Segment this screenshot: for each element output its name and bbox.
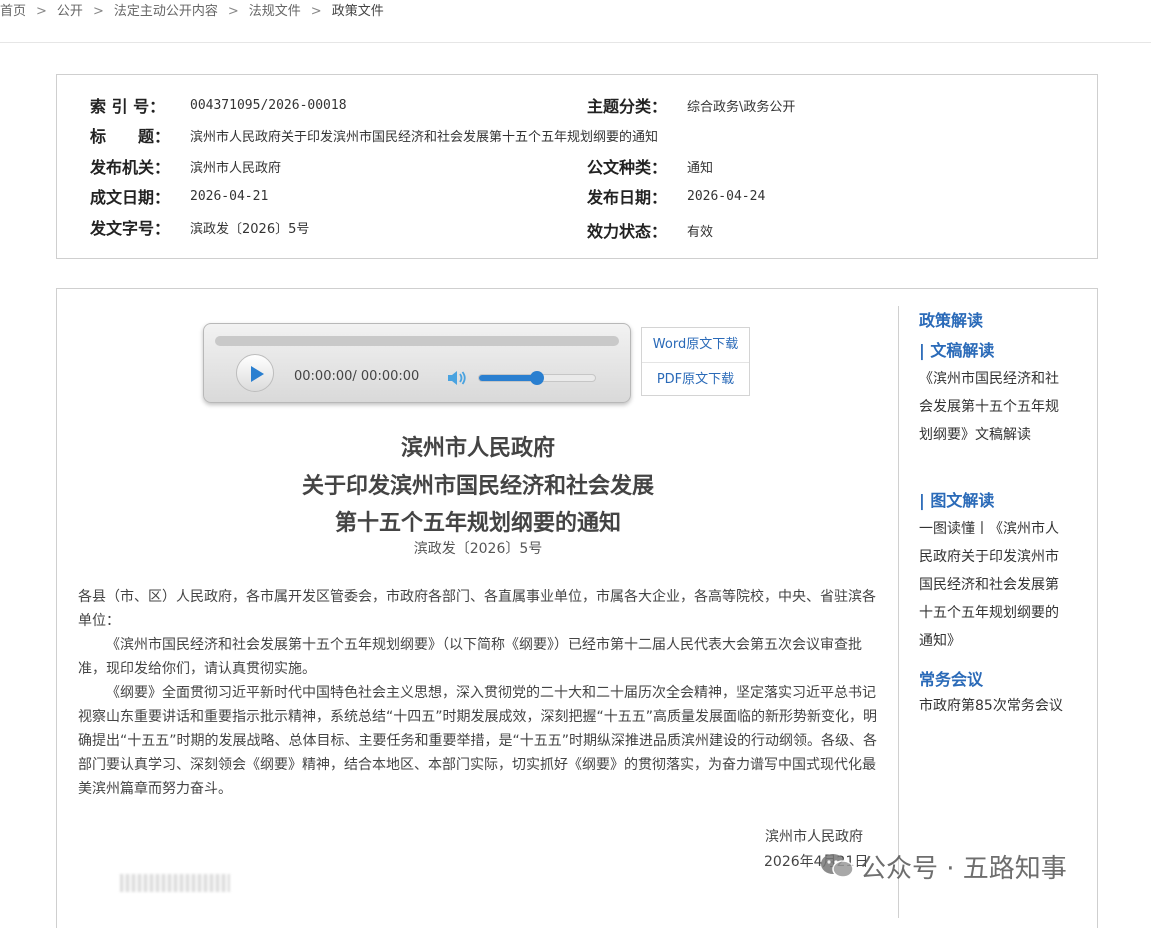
- volume-icon[interactable]: [446, 368, 468, 392]
- sidebar-link-executive-meeting[interactable]: 市政府第85次常务会议: [919, 692, 1069, 720]
- signature-org: 滨州市人民政府: [765, 829, 863, 845]
- sidebar-link-text-interpretation[interactable]: 《滨州市国民经济和社会发展第十五个五年规划纲要》文稿解读: [919, 365, 1069, 449]
- meta-docno-label: 发文字号：: [90, 219, 171, 238]
- meta-issuer: 发布机关： 滨州市人民政府: [90, 154, 281, 178]
- doc-title-line-1: 滨州市人民政府: [400, 436, 555, 461]
- doc-paragraph-1: 《滨州市国民经济和社会发展第十五个五年规划纲要》（以下简称《纲要》）已经市第十二…: [78, 637, 862, 677]
- doc-title-line-2: 关于印发滨州市国民经济和社会发展: [301, 474, 654, 499]
- breadcrumb-home[interactable]: 首页: [0, 4, 26, 19]
- meta-index-value: 004371095/2026-00018: [190, 97, 347, 113]
- time-display: 00:00:00/ 00:00:00: [294, 369, 420, 384]
- meta-index: 索 引 号： 004371095/2026-00018: [90, 93, 347, 117]
- breadcrumb-statutory[interactable]: 法定主动公开内容: [114, 4, 218, 19]
- breadcrumb-current: 政策文件: [331, 4, 384, 19]
- meta-title-label: 标 题：: [90, 127, 171, 146]
- breadcrumb-separator: >: [92, 4, 104, 19]
- meta-issuer-label: 发布机关：: [90, 158, 171, 177]
- meta-published-date: 发布日期： 2026-04-24: [587, 184, 765, 208]
- sidebar-link-graphic-interpretation[interactable]: 一图读懂丨《滨州市人民政府关于印发滨州市国民经济和社会发展第十五个五年规划纲要的…: [919, 515, 1069, 655]
- breadcrumb-separator: >: [36, 4, 47, 19]
- meta-doctype-value: 通知: [687, 160, 714, 176]
- meta-category-value: 综合政务\政务公开: [687, 99, 796, 115]
- progress-track[interactable]: [215, 336, 619, 346]
- breadcrumb-public[interactable]: 公开: [57, 4, 83, 19]
- meta-published-label: 发布日期：: [587, 188, 668, 207]
- watermark-text: 公众号 · 五路知事: [860, 854, 1067, 884]
- meta-title: 标 题： 滨州市人民政府关于印发滨州市国民经济和社会发展第十五个五年规划纲要的通…: [90, 123, 658, 147]
- blurred-text: [120, 874, 230, 892]
- meta-published-value: 2026-04-24: [687, 188, 766, 204]
- sidebar-sub-graphic-interpretation[interactable]: | 图文解读: [919, 487, 994, 511]
- doc-body: 各县（市、区）人民政府，各市属开发区管委会，市政府各部门、各直属事业单位，市属各…: [78, 585, 880, 801]
- doc-number: 滨政发〔2026〕5号: [413, 541, 543, 557]
- word-download-link[interactable]: Word原文下载: [642, 328, 749, 363]
- meta-docno: 发文字号： 滨政发〔2026〕5号: [90, 215, 309, 239]
- meta-status-value: 有效: [687, 224, 714, 240]
- pdf-download-link[interactable]: PDF原文下载: [642, 363, 749, 397]
- meta-written-label: 成文日期：: [90, 188, 171, 207]
- breadcrumb: 首页 > 公开 > 法定主动公开内容 > 法规文件 > 政策文件: [0, 0, 384, 20]
- volume-slider[interactable]: [478, 371, 596, 385]
- meta-doctype: 公文种类： 通知: [587, 154, 713, 178]
- meta-doctype-label: 公文种类：: [587, 158, 668, 177]
- play-button[interactable]: [236, 354, 274, 392]
- meta-index-label: 索 引 号：: [90, 97, 166, 116]
- volume-level: [479, 375, 537, 381]
- meta-docno-value: 滨政发〔2026〕5号: [190, 221, 310, 237]
- meta-issuer-value: 滨州市人民政府: [190, 160, 282, 176]
- sidebar-sub-text-interpretation[interactable]: | 文稿解读: [919, 337, 994, 361]
- watermark: 公众号 · 五路知事: [820, 848, 1067, 887]
- meta-written-value: 2026-04-21: [190, 188, 269, 204]
- breadcrumb-regulations[interactable]: 法规文件: [249, 4, 301, 19]
- wechat-icon: [820, 852, 854, 887]
- meta-written-date: 成文日期： 2026-04-21: [90, 184, 268, 208]
- sidebar-heading-executive-meeting: 常务会议: [919, 670, 984, 689]
- sidebar-heading-interpretation: 政策解读: [919, 311, 984, 330]
- sidebar-divider: [898, 306, 899, 918]
- meta-status-label: 效力状态：: [587, 222, 668, 241]
- meta-category-label: 主题分类：: [587, 97, 668, 116]
- doc-paragraph-2: 《纲要》全面贯彻习近平新时代中国特色社会主义思想，深入贯彻党的二十大和二十届历次…: [78, 685, 878, 797]
- volume-handle[interactable]: [530, 371, 544, 385]
- meta-category: 主题分类： 综合政务\政务公开: [587, 93, 795, 117]
- meta-title-value: 滨州市人民政府关于印发滨州市国民经济和社会发展第十五个五年规划纲要的通知: [190, 129, 659, 145]
- doc-title-line-3: 第十五个五年规划纲要的通知: [334, 511, 621, 536]
- download-panel: Word原文下载 PDF原文下载: [641, 327, 750, 396]
- breadcrumb-separator: >: [227, 4, 239, 19]
- meta-status: 效力状态： 有效: [587, 218, 713, 242]
- doc-recipients: 各县（市、区）人民政府，各市属开发区管委会，市政府各部门、各直属事业单位，市属各…: [78, 589, 876, 629]
- play-icon: [251, 366, 264, 382]
- divider: [0, 42, 1151, 43]
- breadcrumb-separator: >: [310, 4, 322, 19]
- audio-player: 00:00:00/ 00:00:00: [203, 323, 631, 403]
